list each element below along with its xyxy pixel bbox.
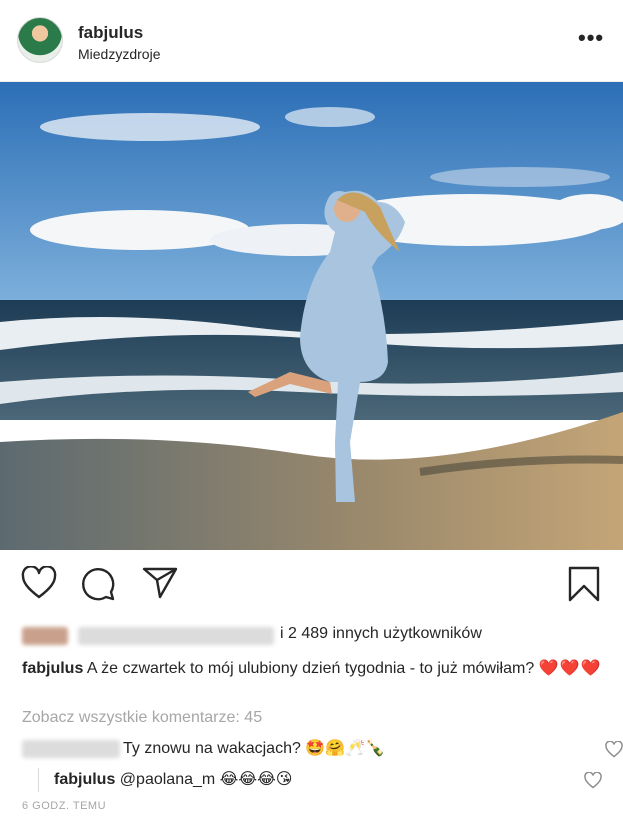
caption-username[interactable]: fabjulus — [22, 660, 83, 677]
view-all-comments-link[interactable]: Zobacz wszystkie komentarze: 45 — [22, 709, 262, 727]
reply-heart-icon[interactable] — [584, 772, 602, 789]
avatar[interactable] — [17, 17, 63, 63]
likes-count[interactable]: i 2 489 innych użytkowników — [280, 625, 482, 643]
comment-bubble-icon[interactable] — [81, 566, 117, 602]
reply-mention[interactable]: @paolana_m — [120, 771, 215, 788]
comment-text: Ty znowu na wakacjach? — [123, 740, 301, 757]
liker-name-blurred — [78, 627, 274, 645]
comment-heart-icon[interactable] — [605, 741, 623, 758]
comment-row: Ty znowu na wakacjach? 🤩🤗🥂🍾 — [22, 738, 623, 760]
post-header: fabjulus Miedzyzdroje ••• — [0, 0, 623, 82]
reply-username[interactable]: fabjulus — [54, 771, 115, 788]
more-options-icon[interactable]: ••• — [578, 27, 604, 49]
beach-photo — [0, 82, 623, 550]
heart-outline-icon[interactable] — [21, 566, 57, 600]
caption-emoji: ❤️❤️❤️ — [538, 660, 602, 677]
post-location[interactable]: Miedzyzdroje — [78, 46, 160, 62]
action-bar — [0, 566, 623, 606]
bookmark-icon[interactable] — [568, 566, 600, 602]
send-arrow-icon[interactable] — [142, 566, 178, 600]
likes-row[interactable]: i 2 489 innych użytkowników — [22, 625, 622, 647]
comment-emoji: 🤩🤗🥂🍾 — [305, 740, 386, 757]
post-photo[interactable] — [0, 82, 623, 550]
reply-row: fabjulus @paolana_m 😂😂😂😘 — [38, 768, 618, 792]
reply-emoji: 😂😂😂😘 — [219, 771, 293, 788]
post-timestamp: 6 GODZ. TEMU — [22, 800, 107, 812]
post-username[interactable]: fabjulus — [78, 23, 143, 43]
caption-text: A że czwartek to mój ulubiony dzień tygo… — [86, 660, 535, 677]
post-caption: fabjulus A że czwartek to mój ulubiony d… — [22, 657, 607, 680]
comment-username-blurred[interactable] — [22, 740, 120, 758]
liker-avatar-blurred — [22, 627, 68, 645]
